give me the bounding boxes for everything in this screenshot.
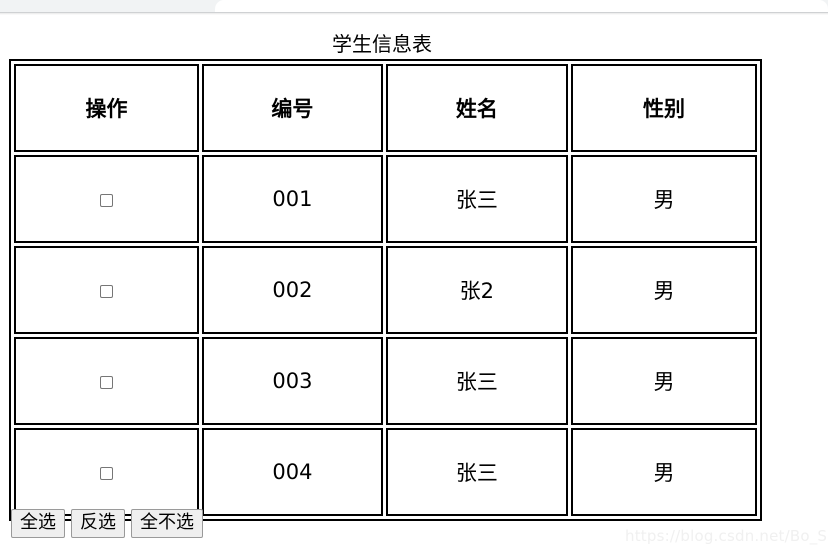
table-body: 001 张三 男 002 张2 男 003 张三 男 004 张三 男 <box>14 155 757 516</box>
table-row: 004 张三 男 <box>14 428 757 516</box>
column-header-operation: 操作 <box>14 64 200 152</box>
row-checkbox[interactable] <box>100 284 114 298</box>
cell-id: 002 <box>202 246 383 334</box>
invert-selection-button[interactable]: 反选 <box>71 509 125 538</box>
select-all-button[interactable]: 全选 <box>11 509 65 538</box>
cell-operation <box>14 246 200 334</box>
row-checkbox[interactable] <box>100 466 114 480</box>
table-row: 002 张2 男 <box>14 246 757 334</box>
cell-name: 张三 <box>385 155 568 243</box>
table-row: 003 张三 男 <box>14 337 757 425</box>
browser-tab-strip <box>0 0 828 13</box>
cell-operation <box>14 155 200 243</box>
student-info-table: 操作 编号 姓名 性别 001 张三 男 002 张2 男 003 张三 男 0… <box>9 59 762 521</box>
cell-operation <box>14 428 200 516</box>
table-row: 001 张三 男 <box>14 155 757 243</box>
column-header-id: 编号 <box>202 64 383 152</box>
cell-gender: 男 <box>570 246 757 334</box>
column-header-gender: 性别 <box>570 64 757 152</box>
watermark-url: https://blog.csdn.net/Bo_Sir <box>625 527 828 545</box>
browser-active-tab[interactable] <box>215 0 828 12</box>
row-checkbox[interactable] <box>100 375 114 389</box>
deselect-all-button[interactable]: 全不选 <box>131 509 203 538</box>
table-header-row: 操作 编号 姓名 性别 <box>14 64 757 152</box>
cell-name: 张三 <box>385 428 568 516</box>
cell-gender: 男 <box>570 155 757 243</box>
cell-id: 001 <box>202 155 383 243</box>
action-button-bar: 全选 反选 全不选 <box>11 509 203 539</box>
cell-name: 张2 <box>385 246 568 334</box>
table-header: 操作 编号 姓名 性别 <box>14 64 757 152</box>
cell-name: 张三 <box>385 337 568 425</box>
page-title: 学生信息表 <box>332 32 432 56</box>
row-checkbox[interactable] <box>100 193 114 207</box>
cell-operation <box>14 337 200 425</box>
cell-gender: 男 <box>570 428 757 516</box>
page-content: 学生信息表 操作 编号 姓名 性别 001 张三 男 002 张2 男 003 … <box>0 15 828 558</box>
cell-id: 004 <box>202 428 383 516</box>
cell-gender: 男 <box>570 337 757 425</box>
column-header-name: 姓名 <box>385 64 568 152</box>
cell-id: 003 <box>202 337 383 425</box>
